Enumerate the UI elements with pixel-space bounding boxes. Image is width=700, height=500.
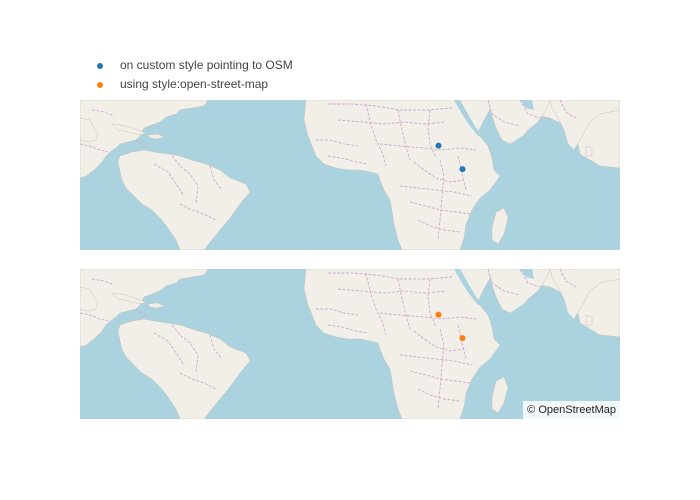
map-figure: on custom style pointing to OSM using st…	[0, 0, 700, 500]
map-panel-bottom[interactable]: © OpenStreetMap	[80, 269, 620, 419]
map-canvas-top[interactable]	[80, 100, 620, 250]
map-marker	[459, 335, 466, 342]
lake-victoria	[490, 361, 498, 369]
basemap-top	[80, 100, 620, 250]
legend-label: on custom style pointing to OSM	[120, 58, 293, 72]
map-marker	[435, 311, 442, 318]
lake-victoria	[490, 192, 498, 200]
map-marker	[459, 166, 466, 173]
legend-label: using style:open-street-map	[120, 77, 269, 91]
map-attribution[interactable]: © OpenStreetMap	[523, 401, 620, 419]
basemap-bottom	[80, 269, 620, 419]
legend-item-open-street-map[interactable]: using style:open-street-map	[88, 75, 348, 94]
map-panel-top[interactable]	[80, 100, 620, 250]
land-sri-lanka	[585, 314, 593, 326]
legend: on custom style pointing to OSM using st…	[88, 56, 348, 94]
map-canvas-bottom[interactable]	[80, 269, 620, 419]
land-sri-lanka	[585, 145, 593, 157]
legend-marker-orange	[97, 82, 103, 88]
legend-item-custom-style[interactable]: on custom style pointing to OSM	[88, 56, 348, 75]
map-marker	[435, 142, 442, 149]
legend-marker-blue	[97, 63, 103, 69]
